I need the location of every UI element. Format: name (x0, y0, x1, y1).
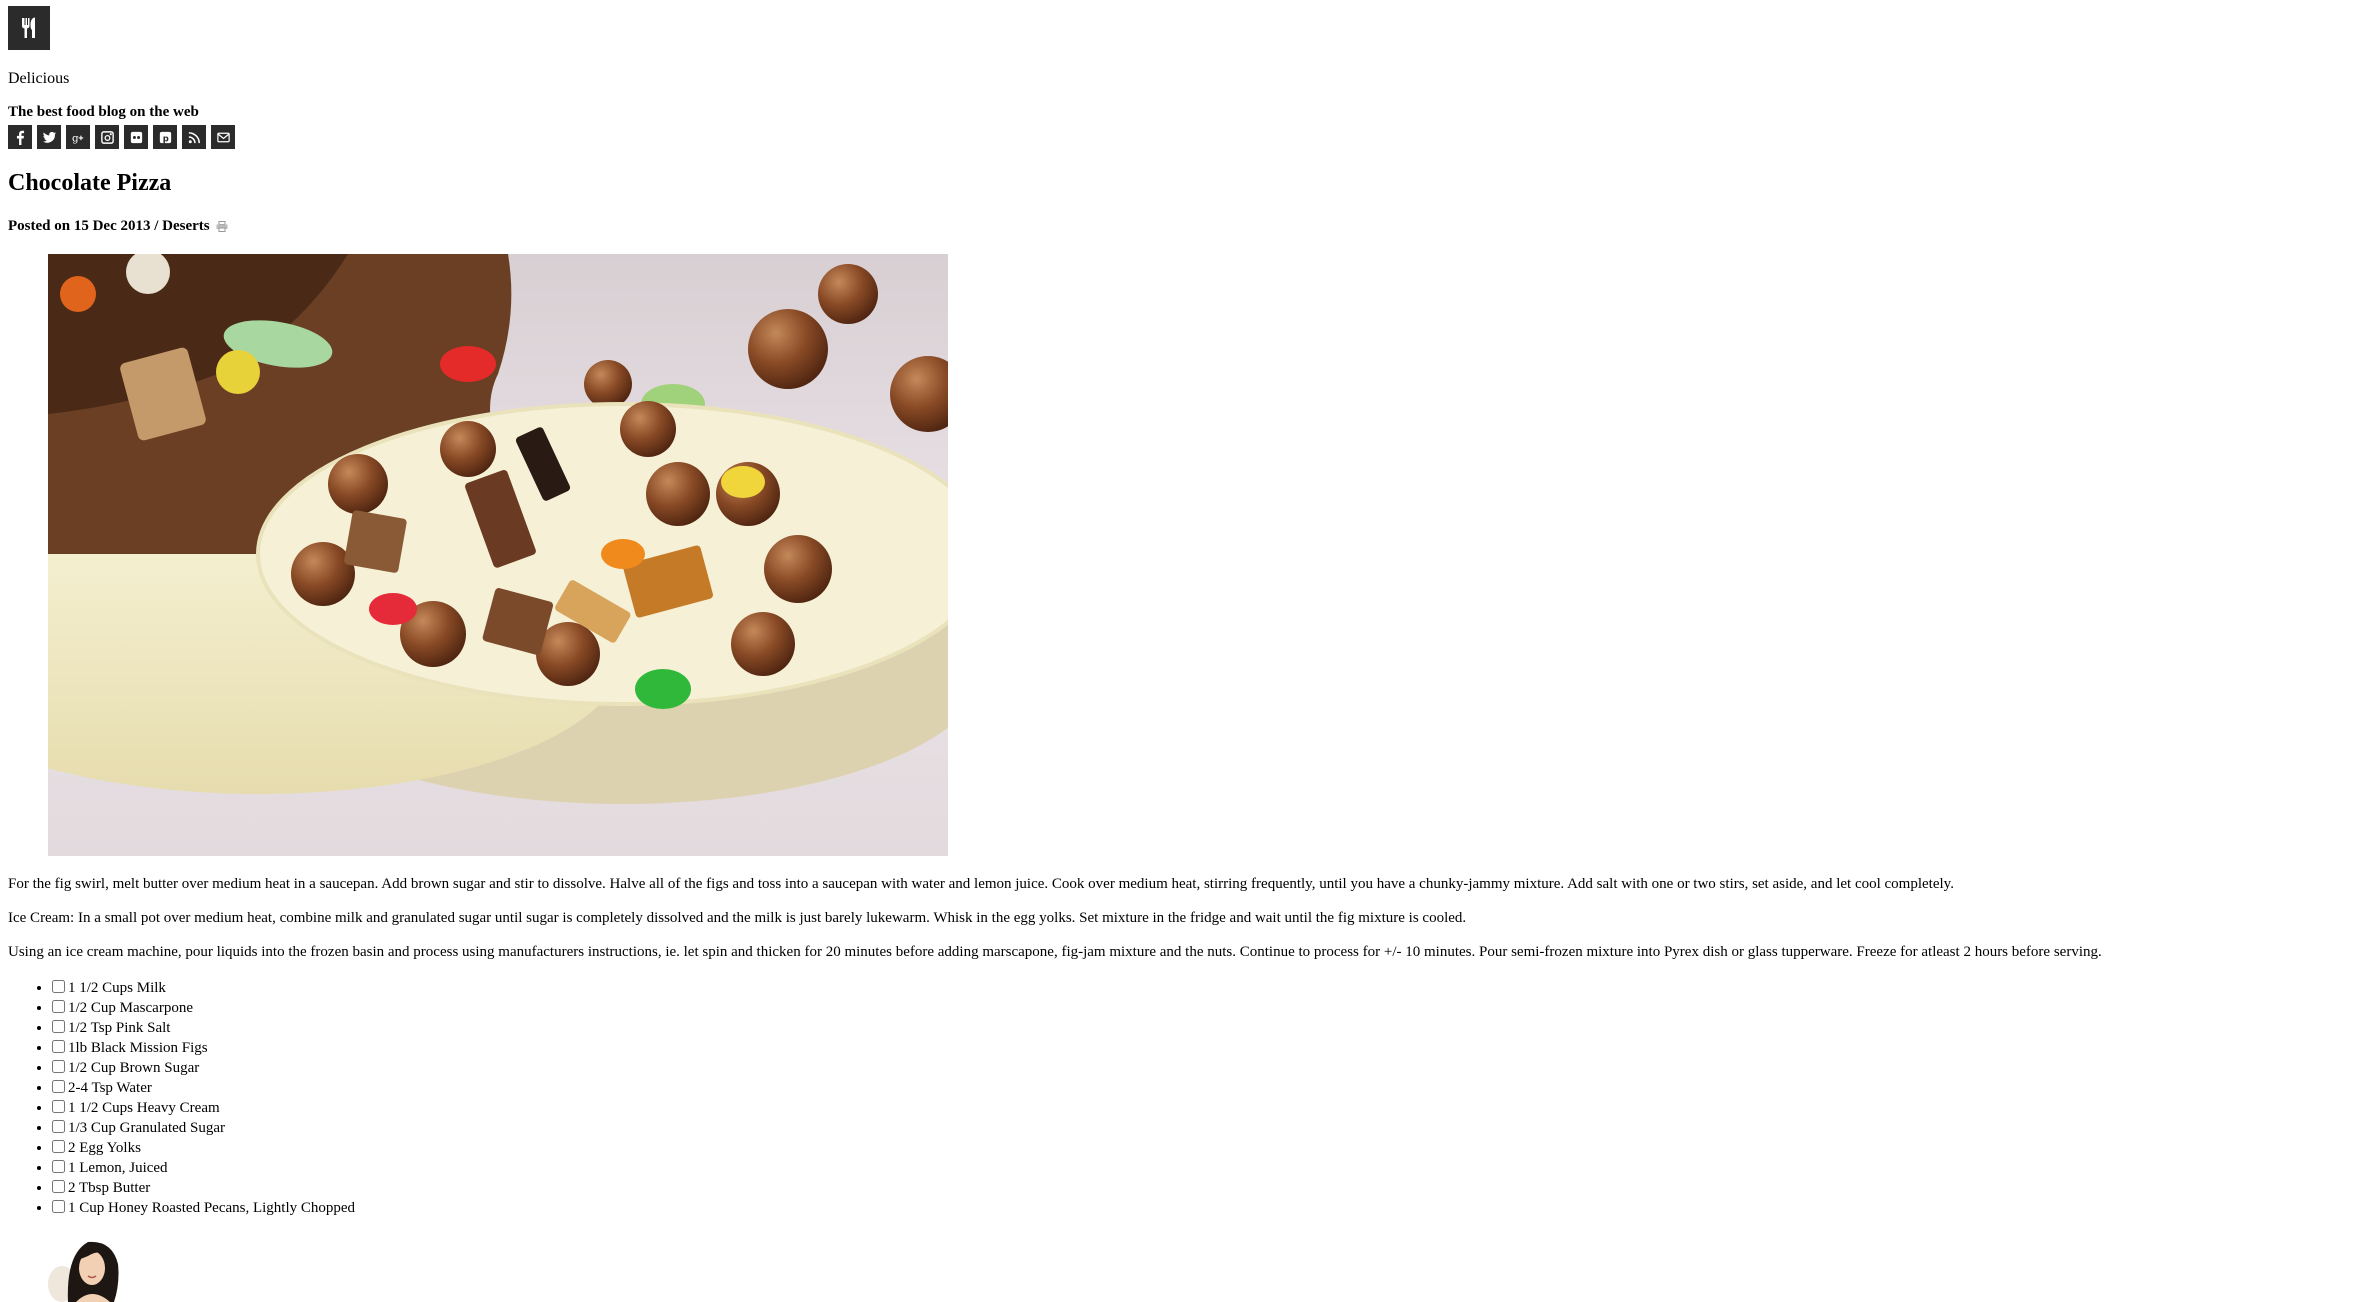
list-item: 2-4 Tsp Water (52, 1078, 355, 1098)
post-paragraph: For the fig swirl, melt butter over medi… (8, 876, 1954, 892)
list-item: 1 Lemon, Juiced (52, 1158, 355, 1178)
post-title: Chocolate Pizza (8, 170, 172, 196)
author-avatar[interactable] (48, 1234, 120, 1302)
ingredient-label: 1 1/2 Cups Milk (68, 980, 166, 996)
ingredient-label: 1/2 Cup Mascarpone (68, 1000, 193, 1016)
ingredient-checkbox[interactable] (52, 1020, 65, 1033)
list-item: 1/2 Cup Mascarpone (52, 998, 355, 1018)
ingredient-checkbox[interactable] (52, 1080, 65, 1093)
email-icon[interactable] (211, 125, 235, 149)
list-item: 1 1/2 Cups Milk (52, 978, 355, 998)
ingredient-label: 1/2 Cup Brown Sugar (68, 1060, 200, 1076)
post-category-link[interactable]: Deserts (162, 218, 209, 235)
list-item: 1lb Black Mission Figs (52, 1038, 355, 1058)
ingredient-label: 1 Cup Honey Roasted Pecans, Lightly Chop… (68, 1200, 356, 1216)
ingredient-label: 1lb Black Mission Figs (68, 1040, 208, 1056)
ingredient-label: 1/2 Tsp Pink Salt (68, 1020, 171, 1036)
list-item: 1/2 Cup Brown Sugar (52, 1058, 355, 1078)
list-item: 2 Tbsp Butter (52, 1178, 355, 1198)
ingredient-checkbox[interactable] (52, 1000, 65, 1013)
ingredient-label: 1/3 Cup Granulated Sugar (68, 1120, 226, 1136)
ingredient-list: 1 1/2 Cups Milk 1/2 Cup Mascarpone 1/2 T… (8, 978, 355, 1218)
list-item: 1/3 Cup Granulated Sugar (52, 1118, 355, 1138)
list-item: 1 Cup Honey Roasted Pecans, Lightly Chop… (52, 1198, 355, 1218)
ingredient-label: 2 Tbsp Butter (68, 1180, 151, 1196)
facebook-icon[interactable] (8, 125, 32, 149)
twitter-icon[interactable] (37, 125, 61, 149)
post-paragraph: Using an ice cream machine, pour liquids… (8, 944, 2102, 960)
google-plus-icon[interactable]: g (66, 125, 90, 149)
post-hero-image (48, 254, 948, 856)
ingredient-label: 2 Egg Yolks (68, 1140, 141, 1156)
ingredient-label: 1 Lemon, Juiced (68, 1160, 168, 1176)
social-links: g p (8, 125, 235, 149)
post-meta: Posted on 15 Dec 2013 / Deserts (8, 218, 228, 235)
ingredient-label: 1 1/2 Cups Heavy Cream (68, 1100, 220, 1116)
fork-knife-icon (22, 17, 35, 38)
ingredient-checkbox[interactable] (52, 1140, 65, 1153)
ingredient-checkbox[interactable] (52, 980, 65, 993)
pinterest-icon[interactable]: p (153, 125, 177, 149)
print-icon[interactable] (216, 221, 228, 232)
post-date: Posted on 15 Dec 2013 / (8, 218, 163, 234)
flickr-icon[interactable] (124, 125, 148, 149)
ingredient-checkbox[interactable] (52, 1200, 65, 1213)
ingredient-checkbox[interactable] (52, 1060, 65, 1073)
ingredient-checkbox[interactable] (52, 1120, 65, 1133)
ingredient-checkbox[interactable] (52, 1160, 65, 1173)
ingredient-label: 2-4 Tsp Water (68, 1080, 152, 1096)
ingredient-checkbox[interactable] (52, 1180, 65, 1193)
list-item: 2 Egg Yolks (52, 1138, 355, 1158)
list-item: 1 1/2 Cups Heavy Cream (52, 1098, 355, 1118)
instagram-icon[interactable] (95, 125, 119, 149)
list-item: 1/2 Tsp Pink Salt (52, 1018, 355, 1038)
ingredient-checkbox[interactable] (52, 1040, 65, 1053)
site-name[interactable]: Delicious (8, 70, 69, 88)
rss-icon[interactable] (182, 125, 206, 149)
svg-text:p: p (162, 133, 168, 143)
post-paragraph: Ice Cream: In a small pot over medium he… (8, 910, 1467, 926)
site-tagline: The best food blog on the web (8, 104, 199, 120)
ingredient-checkbox[interactable] (52, 1100, 65, 1113)
site-logo[interactable] (8, 6, 50, 50)
svg-text:g: g (71, 132, 78, 144)
